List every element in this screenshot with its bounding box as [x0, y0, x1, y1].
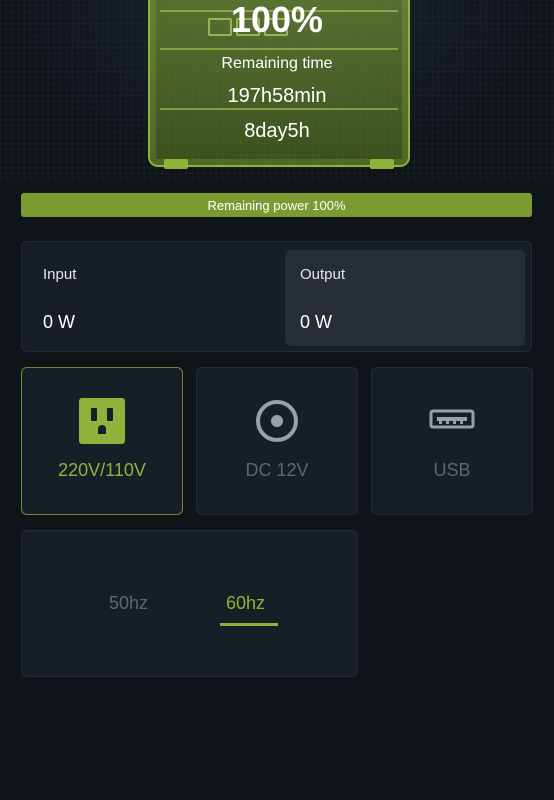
device-foot [370, 159, 394, 169]
output-value: 0 W [300, 312, 333, 332]
dc-output-button[interactable]: DC 12V [196, 367, 358, 515]
input-label: Input [43, 266, 77, 283]
remaining-time-label: Remaining time [221, 55, 333, 72]
frequency-option-60hz[interactable]: 60hz [226, 593, 265, 614]
device-rib [160, 108, 398, 110]
remaining-days: 8day5h [244, 120, 310, 142]
dc-output-label: DC 12V [245, 460, 309, 480]
usb-icon [429, 398, 475, 449]
device-foot [164, 159, 188, 169]
remaining-hours: 197h58min [227, 85, 327, 107]
remaining-power-bar: Remaining power 100% [21, 193, 532, 217]
output-panel[interactable]: Output 0 W [285, 250, 525, 346]
battery-percent: 100% [230, 0, 324, 40]
app-screen: 100% Remaining time 197h58min 8day5h Rem… [0, 0, 554, 800]
device-rib [160, 48, 398, 50]
output-label: Output [300, 266, 346, 283]
usb-output-label: USB [433, 460, 471, 480]
ac-outlet-icon [79, 398, 125, 449]
io-card: Input 0 W Output 0 W [21, 241, 532, 352]
usb-output-button[interactable]: USB [371, 367, 533, 515]
frequency-selector: 50hz 60hz [21, 530, 358, 677]
frequency-option-50hz[interactable]: 50hz [109, 593, 148, 614]
dc-port-icon [254, 398, 300, 449]
ac-output-button[interactable]: 220V/110V [21, 367, 183, 515]
remaining-power-label: Remaining power 100% [207, 197, 346, 213]
frequency-selected-indicator [220, 623, 278, 626]
input-panel[interactable]: Input 0 W [28, 250, 268, 346]
input-value: 0 W [43, 312, 76, 332]
ac-output-label: 220V/110V [58, 460, 146, 480]
